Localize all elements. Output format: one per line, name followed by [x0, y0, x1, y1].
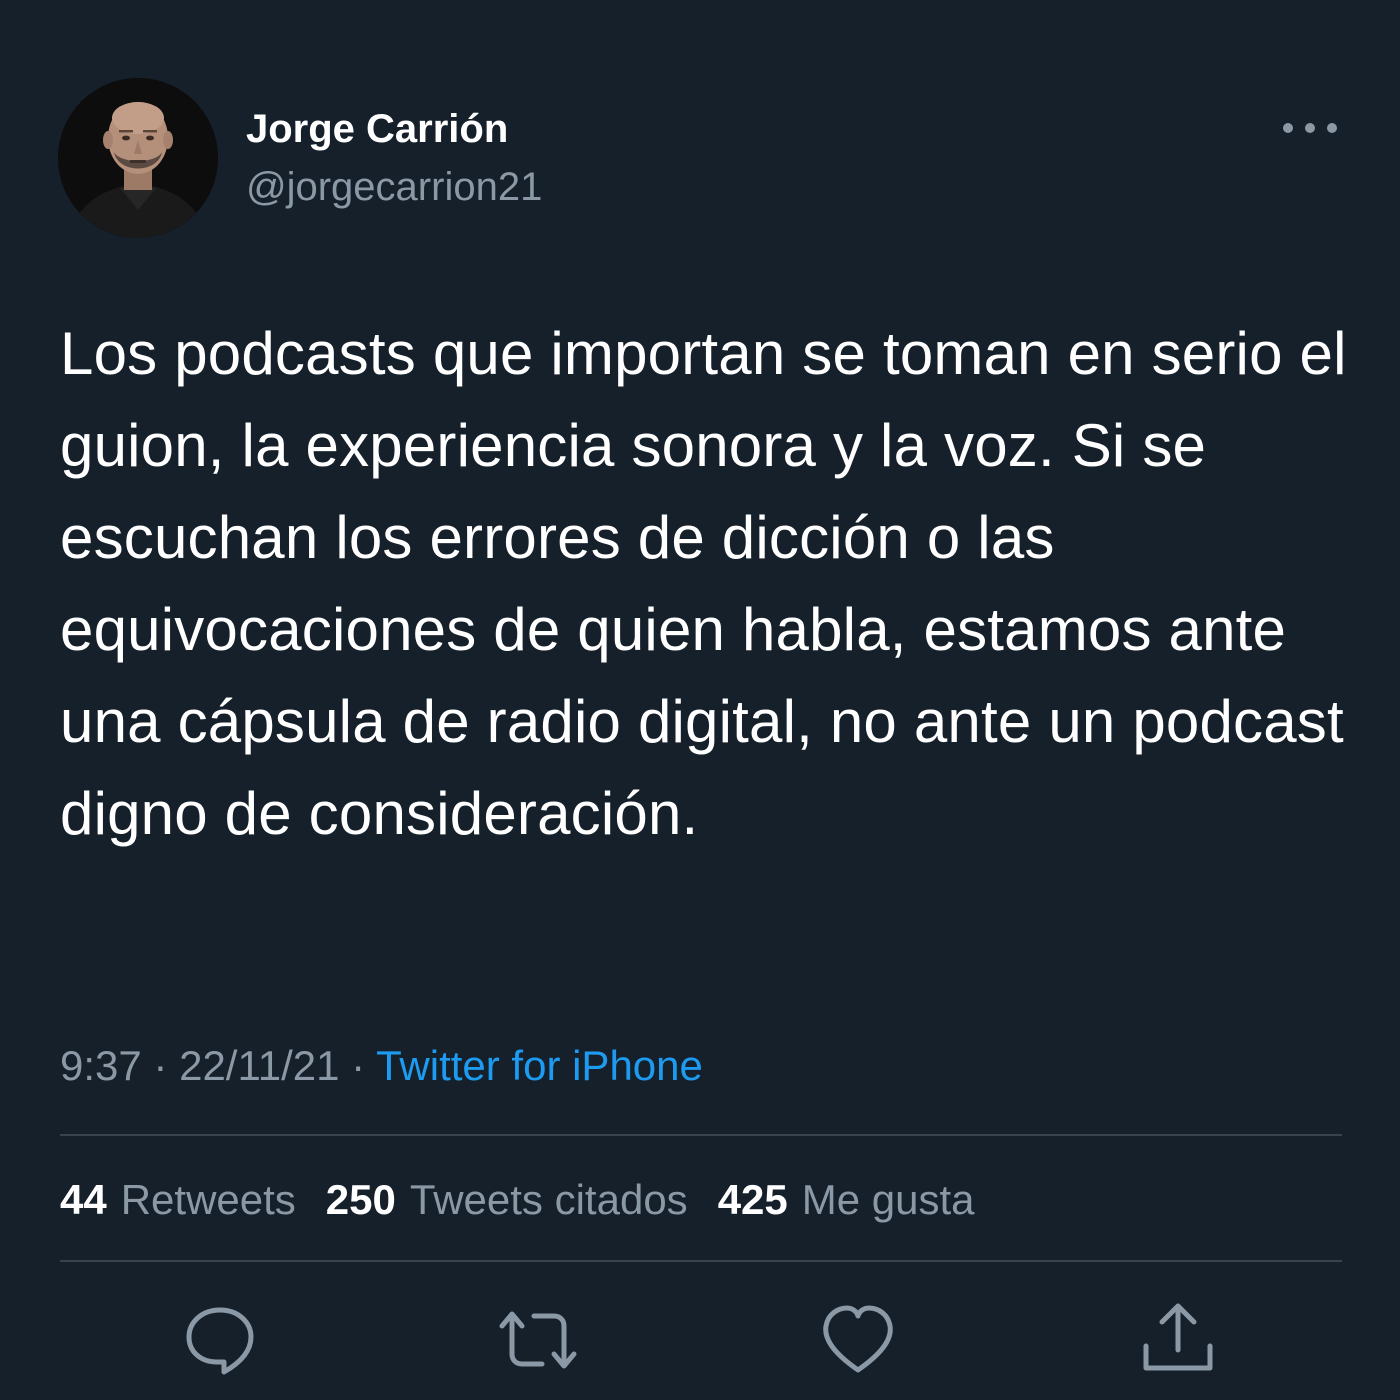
tweet-stats: 44 Retweets 250 Tweets citados 425 Me gusta: [60, 1174, 1005, 1226]
share-button[interactable]: [1138, 1300, 1218, 1380]
divider: [60, 1260, 1342, 1262]
more-options-button[interactable]: [1272, 104, 1348, 152]
quote-tweets-label: Tweets citados: [409, 1176, 688, 1223]
ellipsis-icon: [1283, 123, 1337, 133]
quote-tweets-stat[interactable]: 250 Tweets citados: [326, 1174, 688, 1226]
meta-separator: ·: [351, 1042, 366, 1089]
tweet-source-link[interactable]: Twitter for iPhone: [376, 1042, 703, 1089]
author-handle[interactable]: @jorgecarrion21: [246, 164, 542, 210]
tweet-time[interactable]: 9:37: [60, 1042, 142, 1089]
divider: [60, 1134, 1342, 1136]
tweet-date[interactable]: 22/11/21: [179, 1042, 339, 1089]
author-name[interactable]: Jorge Carrión: [246, 106, 508, 152]
retweets-label: Retweets: [120, 1176, 296, 1223]
tweet-detail: Jorge Carrión @jorgecarrion21 Los podcas…: [0, 0, 1400, 1400]
share-upload-icon: [1143, 1303, 1213, 1371]
speech-bubble-icon: [186, 1307, 254, 1375]
tweet-text: Los podcasts que importan se toman en se…: [60, 320, 1347, 847]
avatar[interactable]: [58, 78, 218, 238]
meta-separator: ·: [153, 1042, 168, 1089]
retweets-count: 44: [60, 1176, 107, 1223]
likes-label: Me gusta: [801, 1176, 975, 1223]
retweet-button[interactable]: [498, 1300, 578, 1380]
heart-icon: [823, 1305, 893, 1373]
reply-button[interactable]: [180, 1300, 260, 1380]
avatar-photo: [58, 78, 218, 238]
likes-stat[interactable]: 425 Me gusta: [718, 1174, 975, 1226]
like-button[interactable]: [818, 1300, 898, 1380]
retweet-arrows-icon: [499, 1311, 577, 1369]
retweets-stat[interactable]: 44 Retweets: [60, 1174, 296, 1226]
likes-count: 425: [717, 1176, 788, 1223]
tweet-meta: 9:37 · 22/11/21 · Twitter for iPhone: [60, 1040, 703, 1092]
quote-tweets-count: 250: [325, 1176, 396, 1223]
